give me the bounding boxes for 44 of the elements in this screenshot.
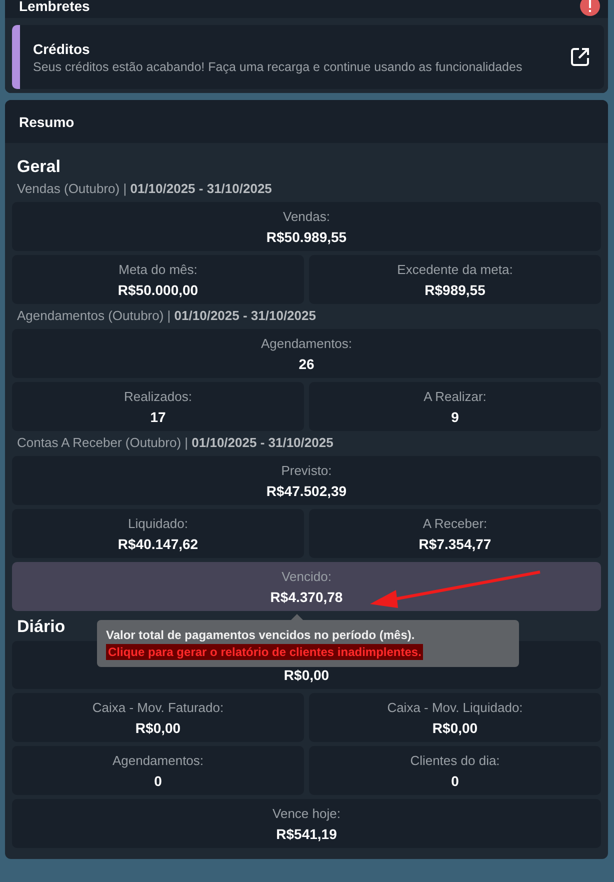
stat-value: R$0,00	[135, 720, 181, 736]
stat-value: R$989,55	[424, 282, 486, 298]
stat-value: 0	[451, 773, 459, 789]
stat-value: R$40.147,62	[118, 536, 198, 552]
stat-label: Caixa - Mov. Faturado:	[92, 700, 224, 715]
stat-value: 9	[451, 409, 459, 425]
stat-value: R$7.354,77	[418, 536, 492, 552]
stat-label: Vendas:	[283, 209, 330, 224]
stat-label: A Realizar:	[424, 389, 486, 404]
panel-title: Lembretes	[19, 0, 90, 14]
stat-label: Meta do mês:	[118, 262, 198, 277]
group-heading: Contas A Receber (Outubro) | 01/10/2025 - 31/10/2025	[17, 435, 334, 450]
stat-value: 17	[150, 409, 166, 425]
stat-value: 26	[298, 356, 314, 372]
stat-label: Caixa - Mov. Liquidado:	[387, 700, 523, 715]
reminder-title: Créditos	[33, 40, 91, 56]
stat-label: Realizados:	[124, 389, 192, 404]
external-link-icon[interactable]	[570, 47, 590, 67]
stat-value: R$541,19	[276, 826, 337, 842]
tooltip-text: Valor total de pagamentos vencidos no período (mês). Clique para gerar o relatório de clientes inadimplentes.	[106, 627, 424, 661]
stat-label: Agendamentos:	[260, 336, 352, 351]
stat-label: Clientes do dia:	[410, 753, 500, 768]
stat-value: R$4.370,78	[270, 589, 343, 605]
stat-label: Vence hoje:	[272, 806, 340, 821]
stat-label: Vencido:	[282, 569, 332, 584]
stat-label: A Receber:	[422, 516, 488, 531]
stat-value: R$47.502,39	[266, 483, 347, 499]
reminder-card[interactable]: Créditos Seus créditos estão acabando! Faça uma recarga e continue usando as funcionalidades	[12, 25, 604, 89]
panel-title: Resumo	[19, 114, 74, 130]
stat-label: Excedente da meta:	[397, 262, 513, 277]
stat-value: R$0,00	[284, 667, 330, 683]
reminder-message: Seus créditos estão acabando! Faça uma recarga e continue usando as funcionalidades	[33, 60, 524, 74]
stat-value: R$50.000,00	[118, 282, 198, 298]
stat-value: R$50.989,55	[266, 229, 347, 245]
section-heading: Diário	[17, 617, 66, 637]
group-heading: Agendamentos (Outubro) | 01/10/2025 - 31/10/2025	[17, 308, 317, 323]
alert-icon	[580, 0, 600, 16]
stat-value: 0	[154, 773, 162, 789]
group-heading: Vendas (Outubro) | 01/10/2025 - 31/10/2025	[17, 181, 273, 196]
stat-label: Agendamentos:	[112, 753, 204, 768]
stat-label: Previsto:	[281, 463, 332, 478]
stat-label: Liquidado:	[128, 516, 188, 531]
stat-value: R$0,00	[432, 720, 478, 736]
section-heading: Geral	[17, 157, 60, 177]
